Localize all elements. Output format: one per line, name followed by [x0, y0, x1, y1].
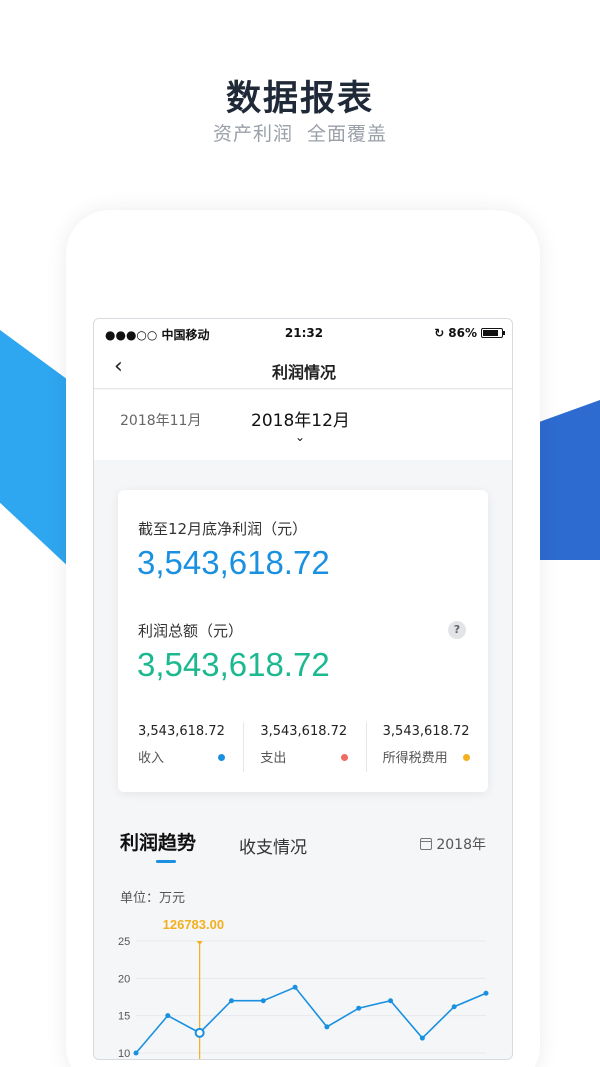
help-icon[interactable]: ? — [448, 621, 466, 639]
rotation-lock-icon: ↻ — [434, 326, 445, 340]
legend-dot-icon — [340, 754, 348, 761]
chart-point — [483, 990, 489, 996]
chart-point — [260, 998, 266, 1004]
nav-bar: ‹ 利润情况 — [94, 347, 512, 389]
net-profit-label: 截至12月底净利润（元） — [138, 520, 308, 538]
calendar-icon — [420, 838, 433, 850]
battery-icon — [481, 328, 505, 338]
chart-y-tick-label: 10 — [118, 1048, 130, 1060]
breakdown-tax: 3,543,618.72 所得税费用 — [365, 722, 488, 772]
chart-point — [324, 1024, 330, 1030]
promo-title: 数据报表 — [225, 79, 374, 119]
total-profit-label: 利润总额（元） — [138, 622, 244, 640]
battery-percent: 86% — [448, 326, 477, 340]
chart-point — [133, 1050, 139, 1056]
profit-trend-chart: 10 15 20 25 126783.00 — [118, 917, 489, 1060]
decorative-shape-left — [0, 330, 72, 570]
phone-screen: ●●●○○ 中国移动 21:32 ↻ 86% ‹ 利润情况 2018年11月 2… — [93, 318, 513, 1060]
total-profit-value: 3,543,618.72 — [137, 646, 330, 683]
page-title: 利润情况 — [271, 363, 336, 382]
breakdown-value: 3,543,618.72 — [382, 724, 470, 739]
legend-dot-icon — [462, 754, 470, 761]
breakdown-label: 收入 — [138, 751, 165, 766]
status-right: ↻ 86% — [434, 326, 505, 340]
chart-point-highlighted — [194, 1027, 205, 1038]
chart-unit-label: 单位：万元 — [120, 891, 186, 906]
tab-income-expense[interactable]: 收支情况 — [239, 833, 307, 858]
decorative-shape-right — [538, 400, 600, 560]
chart-point — [419, 1035, 425, 1041]
year-filter-label: 2018年 — [436, 837, 486, 853]
net-profit-value: 3,543,618.72 — [137, 544, 330, 581]
chart-point — [451, 1004, 457, 1010]
breakdown-value: 3,543,618.72 — [260, 724, 348, 739]
tab-active-indicator — [156, 860, 176, 863]
month-current[interactable]: 2018年12月 — [251, 406, 350, 431]
breakdown-label: 支出 — [260, 751, 287, 766]
chart-highlight-label: 126783.00 — [163, 917, 224, 932]
chart-y-tick-label: 25 — [118, 936, 130, 948]
battery-fill — [483, 330, 499, 336]
breakdown-expense: 3,543,618.72 支出 — [243, 722, 365, 772]
chart-point — [228, 998, 234, 1004]
promo-subtitle-part: 资产利润 — [212, 123, 293, 145]
year-filter[interactable]: 2018年 — [420, 834, 486, 854]
tab-profit-trend[interactable]: 利润趋势 — [120, 828, 196, 855]
month-previous[interactable]: 2018年11月 — [120, 410, 201, 430]
chevron-down-icon[interactable]: ⌄ — [295, 430, 305, 444]
promo-subtitle-part: 全面覆盖 — [307, 123, 388, 145]
chart-tabs: 利润趋势 收支情况 2018年 — [94, 824, 512, 868]
breakdown-value: 3,543,618.72 — [138, 724, 225, 739]
chart-point — [356, 1005, 362, 1011]
breakdown-income: 3,543,618.72 收入 — [118, 722, 243, 772]
profit-breakdown: 3,543,618.72 收入 3,543,618.72 支出 3,543,61… — [118, 722, 488, 772]
promo-subtitle: 资产利润 全面覆盖 — [0, 119, 600, 146]
chart-series-line — [135, 986, 487, 1054]
chart-y-tick-label: 15 — [118, 1011, 130, 1023]
breakdown-label: 所得税费用 — [382, 751, 448, 766]
chart-highlight-marker — [196, 941, 203, 945]
chart-point — [388, 998, 394, 1004]
status-bar: ●●●○○ 中国移动 21:32 ↻ 86% — [94, 319, 512, 347]
month-selector: 2018年11月 2018年12月 ⌄ — [94, 390, 512, 460]
chart-y-tick-label: 20 — [118, 973, 130, 985]
chart-point — [292, 984, 298, 990]
summary-card: 截至12月底净利润（元） 3,543,618.72 利润总额（元） ? 3,54… — [118, 490, 488, 792]
chart-point — [165, 1013, 171, 1019]
